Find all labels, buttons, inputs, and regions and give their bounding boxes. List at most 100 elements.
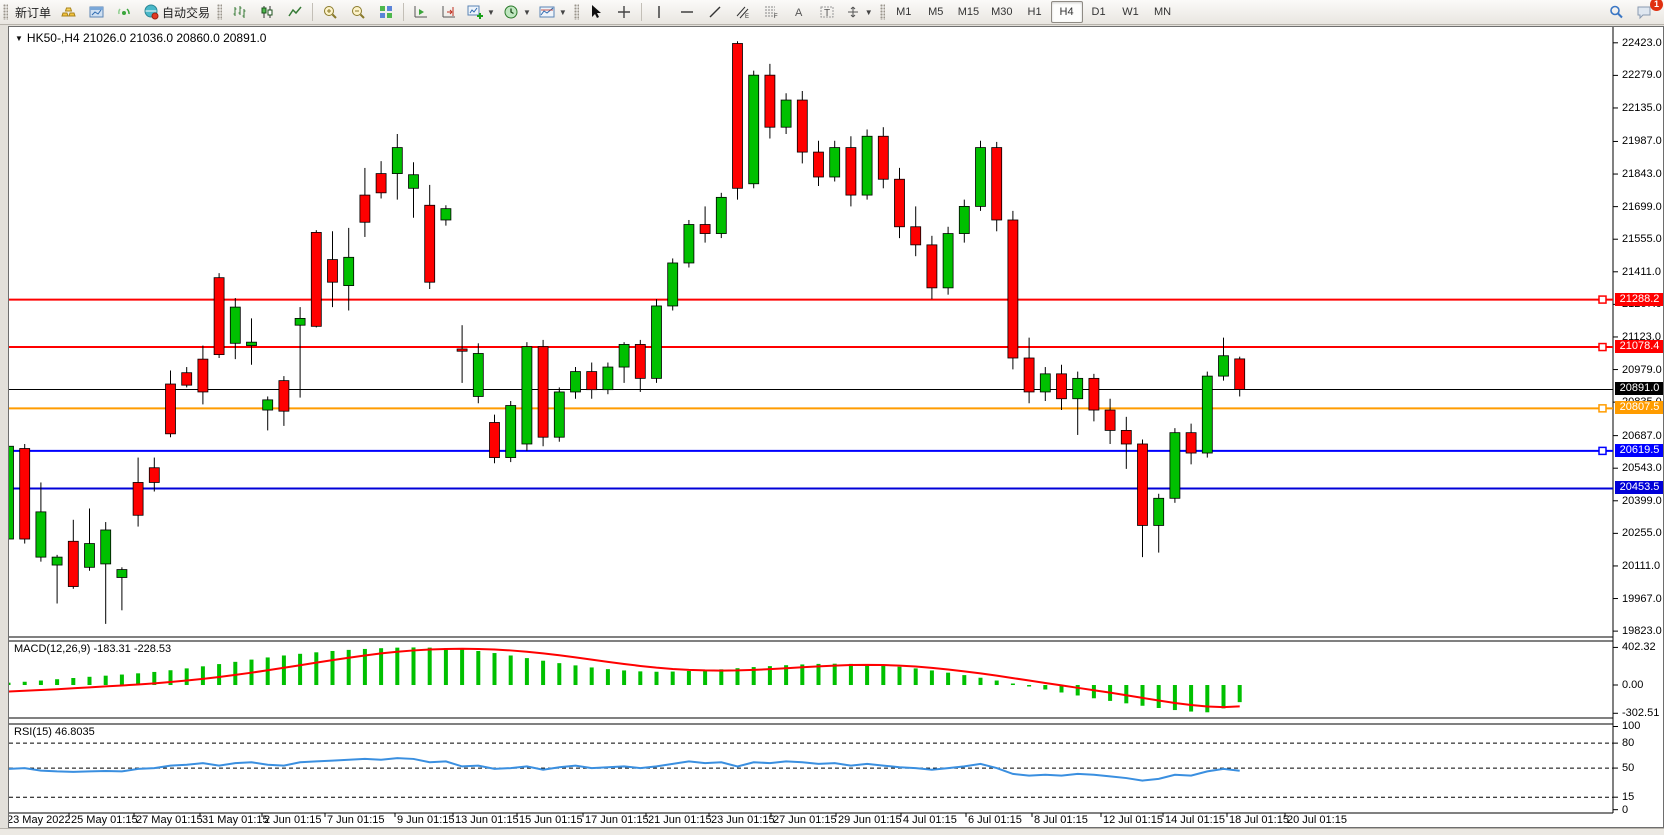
candle	[376, 174, 386, 193]
candle	[263, 400, 273, 410]
tf-w1-button[interactable]: W1	[1115, 1, 1147, 23]
price-line-flag: 21078.4	[1615, 340, 1664, 353]
dropdown-caret: ▼	[487, 8, 495, 17]
tile-windows-button[interactable]	[372, 1, 400, 23]
candle	[457, 349, 467, 351]
cursor-icon	[588, 4, 604, 20]
signal-button[interactable]	[111, 1, 139, 23]
tf-m30-button[interactable]: M30	[985, 1, 1018, 23]
periods-button[interactable]: ▼	[499, 1, 535, 23]
toolbar-separator	[641, 3, 642, 21]
templates-button[interactable]: ▼	[535, 1, 571, 23]
market-watch-button[interactable]	[55, 1, 83, 23]
candle	[1105, 410, 1115, 430]
candle	[1219, 356, 1229, 376]
candle	[538, 347, 548, 438]
text-label-button[interactable]: T	[813, 1, 841, 23]
tf-mn-button[interactable]: MN	[1147, 1, 1179, 23]
chart-window[interactable]: 21288.221078.420891.020807.520619.520453…	[8, 26, 1664, 828]
auto-scroll-button[interactable]	[407, 1, 435, 23]
notifications-button[interactable]: 1	[1630, 1, 1658, 23]
candle	[814, 152, 824, 177]
date-axis-label: 7 Jun 01:15	[327, 814, 385, 826]
candle	[409, 175, 419, 189]
price-line-flag: 20807.5	[1615, 401, 1664, 414]
chart-window-button[interactable]	[83, 1, 111, 23]
candle	[1138, 444, 1148, 525]
rsi-axis-tick: 80	[1622, 737, 1634, 749]
candle	[20, 449, 30, 540]
notification-badge: 1	[1650, 0, 1663, 11]
candle	[85, 544, 95, 568]
rsi-indicator-label: RSI(15) 46.8035	[14, 726, 95, 738]
candle	[1024, 358, 1034, 392]
trendline-button[interactable]	[701, 1, 729, 23]
arrows-button[interactable]: ▼	[841, 1, 877, 23]
date-axis-label: 29 Jun 01:15	[838, 814, 902, 826]
bar-chart-button[interactable]	[225, 1, 253, 23]
new-chart-button[interactable]: ▼	[463, 1, 499, 23]
tf-m15-button[interactable]: M15	[952, 1, 985, 23]
price-line-flag: 20891.0	[1615, 382, 1664, 395]
candle	[603, 367, 613, 390]
date-axis-label: 21 Jun 01:15	[648, 814, 712, 826]
equidistant-channel-button[interactable]: E	[729, 1, 757, 23]
candle	[749, 75, 759, 184]
fibonacci-button[interactable]: F	[757, 1, 785, 23]
tf-d1-button[interactable]: D1	[1083, 1, 1115, 23]
date-axis-label: 8 Jul 01:15	[1034, 814, 1088, 826]
chart-shift-button[interactable]	[435, 1, 463, 23]
autotrade-button[interactable]: 自动交易	[139, 1, 214, 23]
vertical-line-button[interactable]	[645, 1, 673, 23]
svg-text:E: E	[745, 14, 749, 20]
text-button[interactable]: A	[785, 1, 813, 23]
candle	[214, 278, 224, 355]
candle	[473, 353, 483, 396]
cursor-button[interactable]	[582, 1, 610, 23]
candle	[652, 306, 662, 378]
price-axis-tick: 21411.0	[1622, 266, 1661, 278]
date-axis-label: 6 Jul 01:15	[968, 814, 1022, 826]
search-button[interactable]	[1602, 1, 1630, 23]
tf-h1-button[interactable]: H1	[1019, 1, 1051, 23]
candle	[1089, 378, 1099, 410]
new-order-label: 新订单	[15, 4, 51, 21]
price-axis-tick: 20111.0	[1622, 560, 1660, 572]
horizontal-line-button[interactable]	[673, 1, 701, 23]
price-axis-tick: 20255.0	[1622, 527, 1662, 539]
candle	[328, 260, 338, 283]
price-axis-tick: 21699.0	[1622, 201, 1662, 213]
zoom-in-button[interactable]	[316, 1, 344, 23]
date-axis-label: 20 Jul 01:15	[1287, 814, 1347, 826]
price-axis-tick: 19823.0	[1622, 625, 1662, 637]
date-axis-label: 12 Jul 01:15	[1103, 814, 1163, 826]
macd-indicator-label: MACD(12,26,9) -183.31 -228.53	[14, 643, 171, 655]
candle	[1154, 498, 1164, 525]
new-chart-icon	[467, 4, 483, 20]
crosshair-icon	[616, 4, 632, 20]
macd-axis-tick: 402.32	[1622, 641, 1656, 653]
price-axis-tick: 20979.0	[1622, 364, 1662, 376]
price-axis-tick: 21555.0	[1622, 233, 1662, 245]
rsi-axis-tick: 15	[1622, 791, 1634, 803]
one-click-trading-arrow[interactable]: ▼	[15, 34, 23, 43]
zoom-out-button[interactable]	[344, 1, 372, 23]
candle	[68, 541, 78, 586]
template-icon	[539, 4, 555, 20]
new-order-button[interactable]: 新订单	[11, 1, 55, 23]
candle	[52, 557, 62, 565]
chart-canvas[interactable]	[9, 27, 1664, 828]
candlestick-chart-button[interactable]	[253, 1, 281, 23]
line-chart-button[interactable]	[281, 1, 309, 23]
tf-m5-button[interactable]: M5	[920, 1, 952, 23]
price-line-flag: 21288.2	[1615, 293, 1664, 306]
candle	[117, 570, 127, 578]
toolbar-grip	[574, 4, 579, 20]
candle	[36, 512, 46, 557]
tf-m1-button[interactable]: M1	[888, 1, 920, 23]
date-axis-label: 27 May 01:15	[136, 814, 203, 826]
crosshair-button[interactable]	[610, 1, 638, 23]
candle	[1186, 433, 1196, 453]
tf-h4-button[interactable]: H4	[1051, 1, 1083, 23]
candle	[571, 372, 581, 392]
